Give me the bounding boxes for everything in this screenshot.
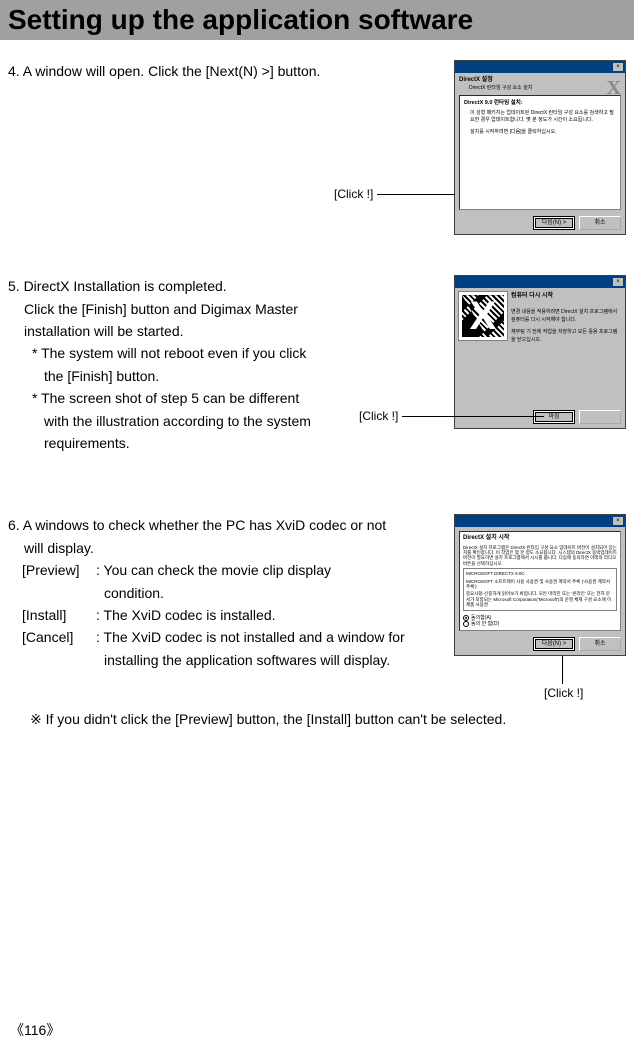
dialog-section-sub: DirectX 런타임 구성 요소 설치 <box>469 85 621 92</box>
empty-button <box>579 410 621 424</box>
page-title: Setting up the application software <box>0 0 634 40</box>
x-logo-icon: X <box>607 75 621 101</box>
dialog-body: DirectX 설정 DirectX 런타임 구성 요소 설치 X Direct… <box>455 73 625 214</box>
spacer <box>22 582 96 604</box>
preview-desc1: : You can check the movie clip display <box>96 559 331 581</box>
preview-desc2: condition. <box>104 582 164 604</box>
install-label: [Install] <box>22 604 96 626</box>
dialog-step-5: × 컴퓨터 다시 시작 변경 내용을 적용하려면 DirectX 설치 프로그램… <box>454 275 626 429</box>
dialog-6-eula-body2: 중요사항-신중하게 읽어보기 바랍니다. 모든 마라진 또는 '온라인' 또는 … <box>466 591 614 607</box>
step-4-text: 4. A window will open. Click the [Next(N… <box>8 60 454 82</box>
dialog-5-text1: 변경 내용을 적용하려면 DirectX 설치 프로그램에서 컴퓨터를 다시 시… <box>511 308 621 324</box>
next-button[interactable]: 다음(N) > <box>533 216 575 230</box>
cancel-label: [Cancel] <box>22 626 96 648</box>
click-label-4: [Click !] <box>334 185 373 204</box>
spacer <box>22 649 96 671</box>
cancel-button[interactable]: 취소 <box>579 637 621 651</box>
install-desc: : The XviD codec is installed. <box>96 604 276 626</box>
directx-logo-icon <box>459 292 507 340</box>
radio-icon <box>463 615 469 621</box>
dialog-titlebar: × <box>455 515 625 527</box>
dialog-5-heading: 컴퓨터 다시 시작 <box>511 292 621 302</box>
cancel-desc2: installing the application softwares wil… <box>104 649 390 671</box>
dialog-body: 컴퓨터 다시 시작 변경 내용을 적용하려면 DirectX 설치 프로그램에서… <box>455 288 625 408</box>
dialog-6-eula-body: MICROSOFT 소프트웨어 사용 사용권 및 사용권 계약서 추록 ('사용… <box>466 579 614 590</box>
dialog-6-eula-heading: MICROSOFT DIRECTX 9.0C <box>466 571 614 576</box>
close-icon[interactable]: × <box>613 517 623 525</box>
click-label-5: [Click !] <box>359 407 398 426</box>
dialog-section-title: DirectX 설정 <box>459 77 621 85</box>
dialog-step-4: × DirectX 설정 DirectX 런타임 구성 요소 설치 X Dire… <box>454 60 626 235</box>
step-5-bullet1b: the [Finish] button. <box>44 365 318 387</box>
dialog-titlebar: × <box>455 276 625 288</box>
cancel-button[interactable]: 취소 <box>579 216 621 230</box>
arrow-line <box>402 416 544 417</box>
preview-label: [Preview] <box>22 559 96 581</box>
close-icon[interactable]: × <box>613 278 623 286</box>
step-5-bullet2c: requirements. <box>44 432 318 454</box>
radio-decline[interactable]: 동의 안 함(D) <box>463 621 617 627</box>
step-5-bullet2b: with the illustration according to the s… <box>44 410 318 432</box>
close-icon[interactable]: × <box>613 63 623 71</box>
dialog-step-6: × DirectX 설치 시작 DirectX 설치 프로그램은 DirectX… <box>454 514 626 655</box>
dialog-6-heading: DirectX 설치 시작 <box>463 535 617 542</box>
click-label-6: [Click !] <box>544 684 583 703</box>
step-5-bullet2a: * The screen shot of step 5 can be diffe… <box>32 387 318 409</box>
arrow-line <box>562 656 563 684</box>
dialog-body-line3: 설치를 시작하려면 [다음]을 클릭하십시오. <box>470 129 616 136</box>
step-5-line1: 5. DirectX Installation is completed. <box>8 275 318 297</box>
radio-decline-label: 동의 안 함(D) <box>471 621 499 627</box>
page-number: 116 <box>10 1020 60 1040</box>
cancel-desc1: : The XviD codec is not installed and a … <box>96 626 405 648</box>
step-6-line1: 6. A windows to check whether the PC has… <box>8 514 428 536</box>
step-5-line3: installation will be started. <box>24 320 318 342</box>
dialog-body-line1: 이 성형 패키지는 업데이트된 DirectX 런타임 구성 요소를 검색하고 … <box>470 110 616 123</box>
step-6-line2: will display. <box>24 537 428 559</box>
dialog-6-para1: DirectX 설치 프로그램은 DirectX 런타임 구성 요소 업데이트 … <box>463 545 617 567</box>
note-text: ※ If you didn't click the [Preview] butt… <box>30 711 634 728</box>
dialog-body: DirectX 설치 시작 DirectX 설치 프로그램은 DirectX 런… <box>455 527 625 634</box>
next-button[interactable]: 다음(N) > <box>533 637 575 651</box>
dialog-5-text3: 재부팅 기 전에 작업을 저장하고 모든 응용 프로그램을 닫으십시오. <box>511 328 621 344</box>
step-5-line2: Click the [Finish] button and Digimax Ma… <box>24 298 318 320</box>
step-5-bullet1a: * The system will not reboot even if you… <box>32 342 318 364</box>
dialog-titlebar: × <box>455 61 625 73</box>
radio-icon <box>463 621 469 627</box>
dialog-body-title: DirectX 9.0 런타임 설치: <box>464 100 616 107</box>
